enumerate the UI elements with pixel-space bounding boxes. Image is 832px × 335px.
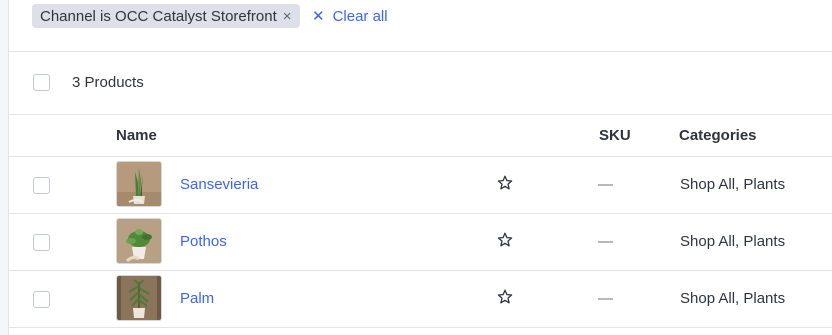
- column-header-name[interactable]: Name: [116, 127, 157, 144]
- clear-all-label: Clear all: [332, 7, 388, 25]
- products-panel: Channel is OCC Catalyst Storefront × ✕ C…: [9, 0, 832, 335]
- table-row: Palm — Shop All, Plants: [9, 271, 832, 328]
- categories-value: Shop All, Plants: [680, 233, 786, 250]
- star-outline-icon[interactable]: [497, 175, 513, 191]
- table-header: Name SKU Categories: [9, 115, 832, 157]
- filter-chip-label: Channel is OCC Catalyst Storefront: [40, 7, 277, 25]
- product-name-link[interactable]: Pothos: [180, 233, 227, 250]
- filter-bar: Channel is OCC Catalyst Storefront × ✕ C…: [9, 0, 832, 52]
- table-row: Pothos — Shop All, Plants: [9, 214, 832, 271]
- star-outline-icon[interactable]: [497, 232, 513, 248]
- clear-icon: ✕: [312, 8, 325, 25]
- product-name-link[interactable]: Palm: [180, 290, 214, 307]
- close-icon[interactable]: ×: [283, 9, 292, 24]
- bulk-select-row: 3 Products: [9, 52, 832, 115]
- channel-filter-chip[interactable]: Channel is OCC Catalyst Storefront ×: [32, 4, 300, 28]
- sku-value: —: [598, 176, 613, 193]
- table-row: Sansevieria — Shop All, Plants: [9, 157, 832, 214]
- product-name-link[interactable]: Sansevieria: [180, 176, 258, 193]
- products-list-frame: Channel is OCC Catalyst Storefront × ✕ C…: [0, 0, 832, 335]
- categories-value: Shop All, Plants: [680, 176, 786, 193]
- row-checkbox[interactable]: [33, 234, 50, 251]
- product-count: 3 Products: [72, 74, 144, 91]
- pothos-plant-thumbnail[interactable]: [116, 218, 162, 264]
- star-outline-icon[interactable]: [497, 289, 513, 305]
- select-all-checkbox[interactable]: [33, 74, 50, 91]
- row-checkbox[interactable]: [33, 177, 50, 194]
- categories-value: Shop All, Plants: [680, 290, 786, 307]
- sku-value: —: [598, 233, 613, 250]
- row-checkbox[interactable]: [33, 291, 50, 308]
- left-panel-edge: [0, 0, 9, 335]
- clear-all-button[interactable]: ✕ Clear all: [312, 4, 388, 28]
- column-header-categories[interactable]: Categories: [679, 127, 757, 144]
- palm-plant-thumbnail[interactable]: [116, 275, 162, 321]
- column-header-sku[interactable]: SKU: [599, 127, 631, 144]
- sku-value: —: [598, 290, 613, 307]
- snake-plant-thumbnail[interactable]: [116, 161, 162, 207]
